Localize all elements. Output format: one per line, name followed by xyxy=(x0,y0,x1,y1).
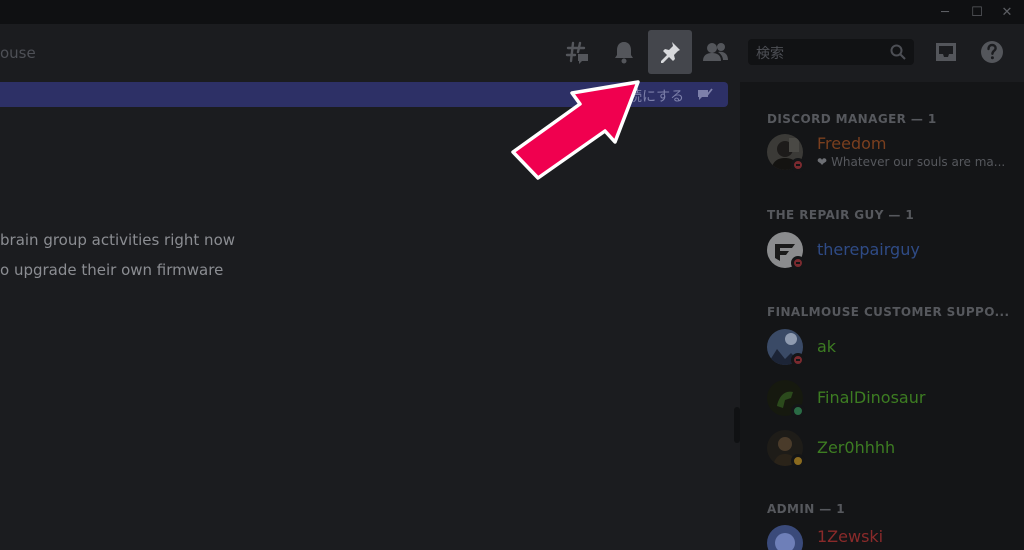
member-item-finaldinosaur[interactable]: FinalDinosaur xyxy=(765,376,1015,420)
message-line: brain group activities right now xyxy=(0,231,236,249)
member-name: 1Zewski xyxy=(817,527,884,546)
close-button[interactable]: ✕ xyxy=(996,2,1018,22)
notification-button[interactable] xyxy=(602,30,646,74)
online-status-icon xyxy=(791,404,805,418)
channel-name: ouse xyxy=(0,44,36,62)
members-icon xyxy=(703,43,728,61)
member-item-ak[interactable]: ak xyxy=(765,325,1015,369)
inbox-icon xyxy=(936,43,956,61)
channel-header: ouse 検索 xyxy=(0,24,1024,82)
threads-icon xyxy=(565,41,588,64)
dnd-status-icon xyxy=(791,256,805,270)
message-line: o upgrade their own firmware xyxy=(0,261,224,279)
member-name: Freedom xyxy=(817,134,887,153)
dnd-status-icon xyxy=(791,158,805,172)
mark-read-icon xyxy=(698,88,713,100)
member-list-button[interactable] xyxy=(694,30,738,74)
member-list: DISCORD MANAGER — 1 Freedom ❤ Whatever ou… xyxy=(740,82,1024,550)
heart-icon: ❤ xyxy=(817,155,828,169)
member-custom-status: ❤ Whatever our souls are ma... xyxy=(817,155,1005,169)
search-input[interactable]: 検索 xyxy=(748,39,914,65)
member-group-title: ADMIN — 1 xyxy=(767,502,846,516)
member-group-title: DISCORD MANAGER — 1 xyxy=(767,112,937,126)
member-item-freedom[interactable]: Freedom ❤ Whatever our souls are ma... xyxy=(765,130,1015,174)
maximize-button[interactable]: ☐ xyxy=(966,2,988,22)
pin-icon xyxy=(661,42,680,63)
inbox-button[interactable] xyxy=(924,30,968,74)
dnd-status-icon xyxy=(791,353,805,367)
member-name: Zer0hhhh xyxy=(817,438,896,457)
bell-icon xyxy=(615,42,633,64)
idle-status-icon xyxy=(791,454,805,468)
discord-window: ─ ☐ ✕ ouse 検索 読にする brain group activitie… xyxy=(0,0,1024,550)
pinned-messages-button[interactable] xyxy=(648,30,692,74)
title-bar: ─ ☐ ✕ xyxy=(0,0,1024,24)
member-item-1zewski[interactable]: 1Zewski xyxy=(765,521,1015,550)
search-icon xyxy=(890,44,906,60)
custom-status-text: Whatever our souls are ma... xyxy=(831,155,1006,169)
avatar xyxy=(767,525,803,550)
member-item-zer0hhhh[interactable]: Zer0hhhh xyxy=(765,426,1015,470)
member-item-therepairguy[interactable]: therepairguy xyxy=(765,228,1015,272)
help-button[interactable] xyxy=(970,30,1014,74)
chat-messages-area[interactable]: brain group activities right now o upgra… xyxy=(0,107,740,550)
member-name: FinalDinosaur xyxy=(817,388,926,407)
member-name: therepairguy xyxy=(817,240,920,259)
threads-button[interactable] xyxy=(556,30,600,74)
unread-banner[interactable]: 読にする xyxy=(0,82,728,107)
search-placeholder: 検索 xyxy=(756,46,784,62)
minimize-button[interactable]: ─ xyxy=(934,2,956,22)
mark-as-read-label[interactable]: 読にする xyxy=(628,86,684,106)
help-icon xyxy=(981,41,1003,63)
member-group-title: THE REPAIR GUY — 1 xyxy=(767,208,915,222)
member-name: ak xyxy=(817,337,837,356)
member-group-title: FINALMOUSE CUSTOMER SUPPO... xyxy=(767,305,1010,319)
